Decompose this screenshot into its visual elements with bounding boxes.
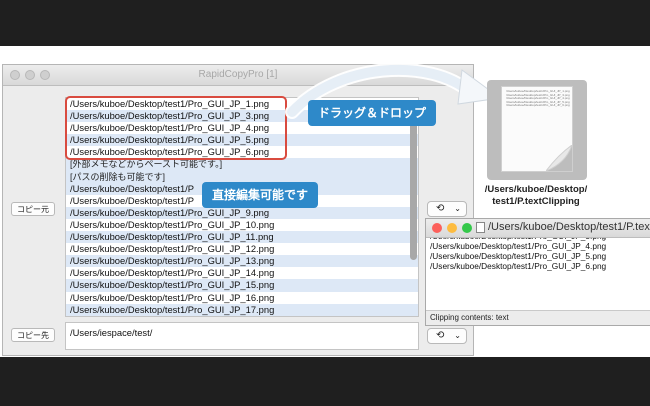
clipping-line: /Users/kuboe/Desktop/test1/Pro_GUI_JP_4.… — [430, 241, 607, 251]
clipping-titlebar: /Users/kuboe/Desktop/test1/P.textCl — [426, 219, 650, 238]
clipping-window-title: /Users/kuboe/Desktop/test1/P.textCl — [488, 221, 650, 233]
page-curl-icon — [546, 145, 572, 171]
minimize-button[interactable] — [447, 223, 457, 233]
clipping-line: /Users/kuboe/Desktop/test1/Pro_GUI_JP_6.… — [430, 261, 607, 271]
clipping-label-line: test1/P.textClipping — [492, 196, 580, 207]
document-icon — [476, 222, 485, 233]
clipping-window: /Users/kuboe/Desktop/test1/P.textCl /Use… — [425, 218, 650, 326]
text-clipping-file-icon[interactable]: /Users/kuboe/Desktop/test1/Pro_GUI_JP_1.… — [487, 80, 587, 180]
clipping-file-label: /Users/kuboe/Desktop/ test1/P.textClippi… — [476, 184, 596, 208]
clipping-preview-line: /Users/kuboe/Desktop/test1/Pro_GUI_JP_6.… — [506, 103, 570, 108]
clipping-line: /Users/kuboe/Desktop/test1/Pro_GUI_JP_5.… — [430, 251, 607, 261]
clipping-label-line: /Users/kuboe/Desktop/ — [484, 184, 588, 195]
clipping-status: Clipping contents: text — [426, 310, 650, 325]
zoom-button[interactable] — [462, 223, 472, 233]
close-button[interactable] — [432, 223, 442, 233]
drag-drop-callout: ドラッグ＆ドロップ — [308, 100, 437, 126]
clipping-page-preview: /Users/kuboe/Desktop/test1/Pro_GUI_JP_1.… — [501, 86, 573, 172]
direct-edit-callout: 直接編集可能です — [202, 182, 319, 208]
